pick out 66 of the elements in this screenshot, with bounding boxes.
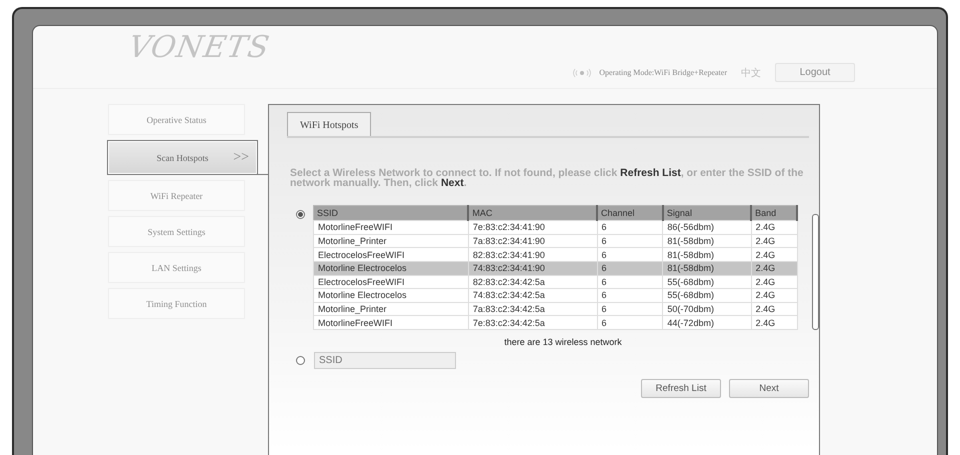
table-cell: Motorline Electrocelos — [314, 261, 468, 275]
table-cell: Motorline_Printer — [314, 302, 468, 316]
table-cell: 6 — [597, 316, 663, 330]
table-cell: 6 — [597, 248, 663, 262]
sidebar-menu-item[interactable]: Scan Hotspots >> — [107, 140, 258, 175]
table-cell: 2.4G — [751, 316, 798, 330]
table-cell: MotorlineFreeWIFI — [314, 316, 468, 330]
instructions-text: Select a Wireless Network to connect to. If not found, please click Refresh List, or enter the SSID of the network manually. Then, click Next. — [290, 168, 804, 188]
network-row[interactable]: ElectrocelosFreeWIFI 82:83:c2:34:41:90 6 81(-58dbm) 2.4G — [314, 248, 798, 262]
table-cell: ElectrocelosFreeWIFI — [314, 248, 468, 262]
table-cell: 2.4G — [751, 248, 798, 262]
table-cell: 7e:83:c2:34:42:5a — [468, 316, 597, 330]
network-row[interactable]: ElectrocelosFreeWIFI 82:83:c2:34:42:5a 6 55(-68dbm) 2.4G — [314, 275, 798, 289]
table-cell: 2.4G — [751, 288, 798, 302]
network-row[interactable]: MotorlineFreeWIFI 7e:83:c2:34:42:5a 6 44(-72dbm) 2.4G — [314, 316, 798, 330]
column-header: SSID — [314, 206, 468, 220]
wifi-hotspots-tab[interactable]: WiFi Hotspots — [287, 112, 372, 136]
network-row[interactable]: Motorline_Printer 7a:83:c2:34:41:90 6 81(-58dbm) 2.4G — [314, 234, 798, 248]
table-cell: 7a:83:c2:34:41:90 — [468, 234, 597, 248]
operating-mode-text: Operating Mode:WiFi Bridge+Repeater — [599, 68, 727, 77]
table-cell: 55(-68dbm) — [662, 275, 752, 289]
table-cell: 2.4G — [751, 275, 798, 289]
table-cell: Motorline_Printer — [314, 234, 468, 248]
next-button[interactable]: Next — [729, 379, 809, 398]
table-cell: 6 — [597, 302, 663, 316]
column-header: Channel — [597, 206, 663, 220]
table-cell: 86(-56dbm) — [662, 220, 752, 234]
network-row[interactable]: Motorline Electrocelos 74:83:c2:34:42:5a 6 55(-68dbm) 2.4G — [314, 288, 798, 302]
table-cell: Motorline Electrocelos — [314, 288, 468, 302]
scrollbar-thumb[interactable] — [812, 214, 819, 330]
network-row[interactable]: Motorline Electrocelos 74:83:c2:34:41:90 6 81(-58dbm) 2.4G — [314, 261, 798, 275]
radio-button[interactable] — [296, 210, 305, 219]
table-cell: 74:83:c2:34:42:5a — [468, 288, 597, 302]
column-header: Signal — [662, 206, 752, 220]
table-cell: MotorlineFreeWIFI — [314, 220, 468, 234]
table-cell: 44(-72dbm) — [662, 316, 752, 330]
table-cell: 81(-58dbm) — [662, 261, 752, 275]
table-cell: 6 — [597, 261, 663, 275]
table-cell: 81(-58dbm) — [662, 234, 752, 248]
double-chevron-text: >> — [233, 150, 249, 166]
table-cell: 7a:83:c2:34:42:5a — [468, 302, 597, 316]
table-cell: 2.4G — [751, 220, 798, 234]
network-row[interactable]: MotorlineFreeWIFI 7e:83:c2:34:41:90 6 86(-56dbm) 2.4G — [314, 220, 798, 234]
radio-button[interactable] — [296, 356, 305, 365]
ssid-input-field[interactable]: SSID — [314, 352, 456, 369]
table-cell: 6 — [597, 275, 663, 289]
refresh-list-button[interactable]: Refresh List — [641, 379, 721, 398]
table-cell: 81(-58dbm) — [662, 248, 752, 262]
table-cell: 82:83:c2:34:41:90 — [468, 248, 597, 262]
table-cell: 7e:83:c2:34:41:90 — [468, 220, 597, 234]
network-count-text: there are 13 wireless network — [503, 337, 623, 347]
table-cell: 82:83:c2:34:42:5a — [468, 275, 597, 289]
network-row[interactable]: Motorline_Printer 7a:83:c2:34:42:5a 6 50(-70dbm) 2.4G — [314, 302, 798, 316]
table-cell: 6 — [597, 288, 663, 302]
table-cell: 2.4G — [751, 234, 798, 248]
column-header: Band — [751, 206, 798, 220]
column-header: MAC — [468, 206, 597, 220]
table-cell: 74:83:c2:34:41:90 — [468, 261, 597, 275]
table-cell: 6 — [597, 220, 663, 234]
table-cell: ElectrocelosFreeWIFI — [314, 275, 468, 289]
wireless-signal-icon — [571, 68, 594, 78]
table-cell: 6 — [597, 234, 663, 248]
table-cell: 2.4G — [751, 261, 798, 275]
table-cell: 50(-70dbm) — [662, 302, 752, 316]
table-cell: 2.4G — [751, 302, 798, 316]
table-cell: 55(-68dbm) — [662, 288, 752, 302]
